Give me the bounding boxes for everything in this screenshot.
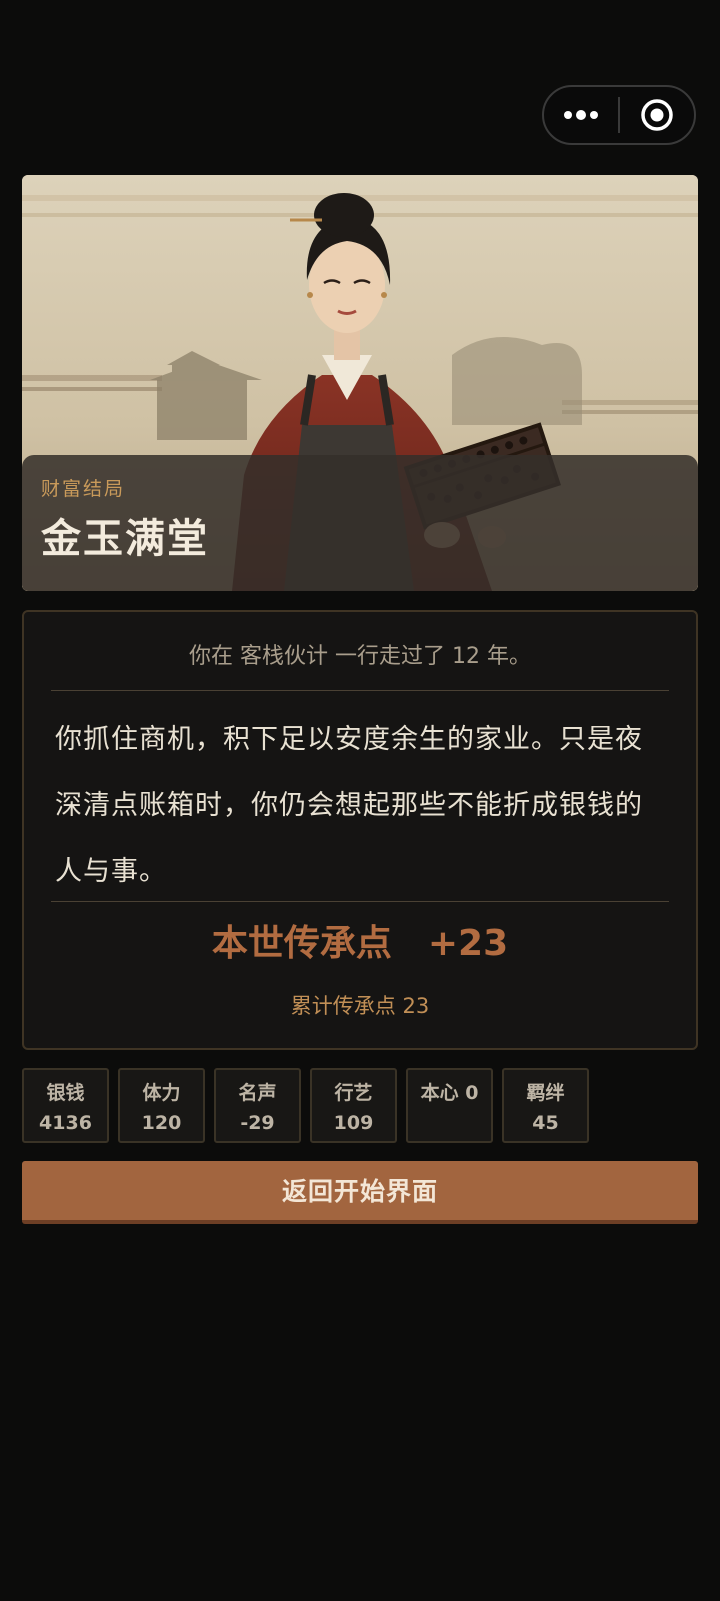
ending-type-label: 财富结局 [41, 478, 126, 500]
stat-label: 名声 [238, 1082, 277, 1104]
stat-label: 体力 [142, 1082, 181, 1104]
stat-label: 本心 0 [420, 1082, 479, 1104]
stat-label: 羁绊 [526, 1082, 565, 1104]
stats-row: 银钱 4136 体力 120 名声 -29 行艺 109 本心 0 羁绊 45 [22, 1068, 589, 1143]
stat-value: 4136 [39, 1112, 92, 1134]
legacy-points-label: 本世传承点 [211, 923, 392, 964]
legacy-points-row: 本世传承点 +23 [24, 920, 696, 968]
stat-value: -29 [240, 1112, 275, 1134]
stat-heart: 本心 0 [406, 1068, 493, 1143]
stat-label: 银钱 [46, 1082, 85, 1104]
stat-silver: 银钱 4136 [22, 1068, 109, 1143]
stat-stamina: 体力 120 [118, 1068, 205, 1143]
stat-value: 45 [532, 1112, 559, 1134]
close-button[interactable] [620, 87, 694, 143]
ending-screen: 财富结局 金玉满堂 你在 客栈伙计 一行走过了 12 年。 你抓住商机，积下足以… [0, 0, 720, 1601]
stat-craft: 行艺 109 [310, 1068, 397, 1143]
stat-value: 120 [141, 1112, 182, 1134]
divider-top [51, 690, 669, 691]
story-card: 你在 客栈伙计 一行走过了 12 年。 你抓住商机，积下足以安度余生的家业。只是… [22, 610, 698, 1050]
ending-caption: 财富结局 金玉满堂 [22, 455, 698, 591]
stat-label: 行艺 [334, 1082, 373, 1104]
target-circle-icon [641, 99, 673, 131]
ending-illustration-card: 财富结局 金玉满堂 [22, 175, 698, 591]
stat-bonds: 羁绊 45 [502, 1068, 589, 1143]
stat-value: 109 [333, 1112, 374, 1134]
career-summary: 你在 客栈伙计 一行走过了 12 年。 [189, 644, 531, 669]
more-button[interactable] [544, 87, 618, 143]
ending-title: 金玉满堂 [41, 516, 209, 562]
divider-bottom [51, 901, 669, 902]
stat-reputation: 名声 -29 [214, 1068, 301, 1143]
miniprogram-capsule [542, 85, 696, 145]
ending-story-text: 你抓住商机，积下足以安度余生的家业。只是夜深清点账箱时，你仍会想起那些不能折成银… [55, 724, 643, 887]
return-to-start-button[interactable]: 返回开始界面 [22, 1161, 698, 1224]
legacy-points-value: +23 [427, 923, 509, 964]
more-dots-icon [564, 110, 599, 120]
legacy-points-total: 累计传承点 23 [290, 994, 430, 1018]
